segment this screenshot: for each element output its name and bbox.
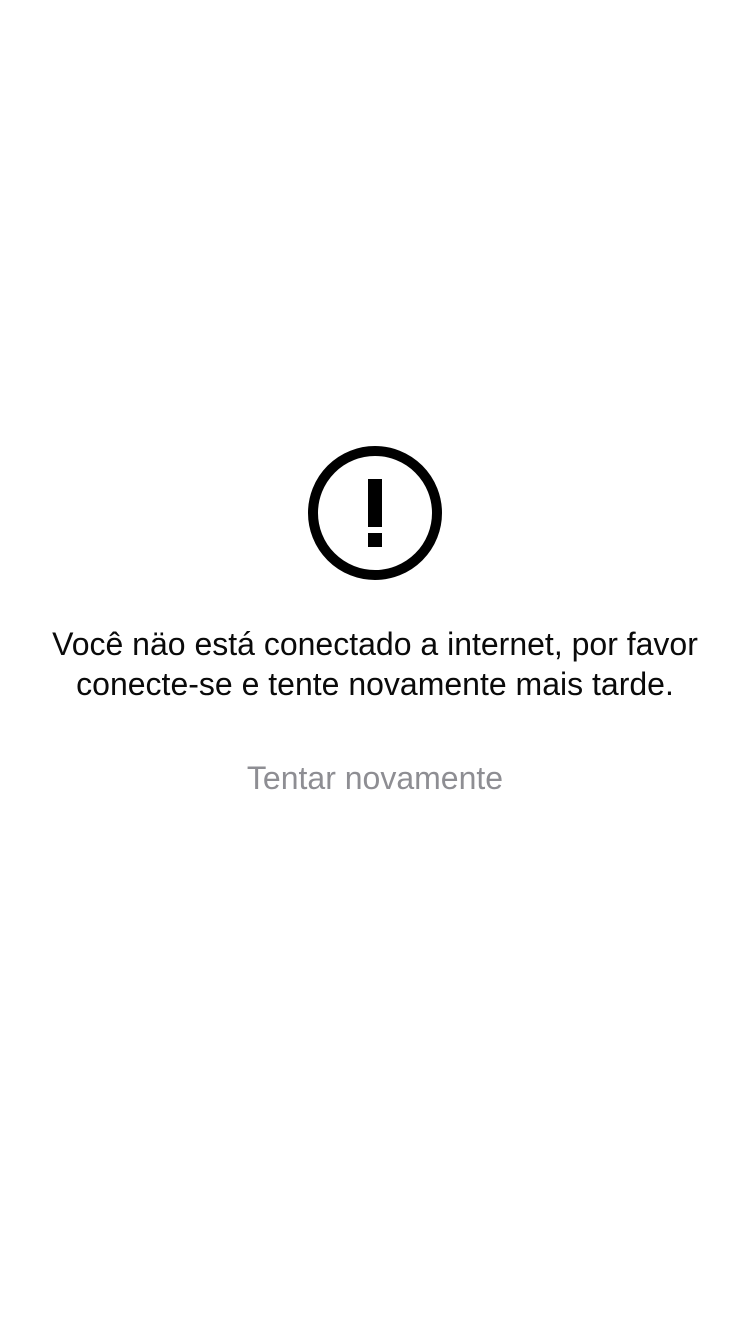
retry-button[interactable]: Tentar novamente	[175, 752, 575, 804]
offline-screen: Você näo está conectado a internet, por …	[0, 0, 750, 1334]
offline-message-line-1: Você näo está conectado a internet, por …	[52, 626, 698, 662]
offline-message: Você näo está conectado a internet, por …	[20, 624, 730, 704]
exclamation-circle-icon	[306, 445, 444, 583]
offline-message-line-2: conecte-se e tente novamente mais tarde.	[76, 666, 674, 702]
